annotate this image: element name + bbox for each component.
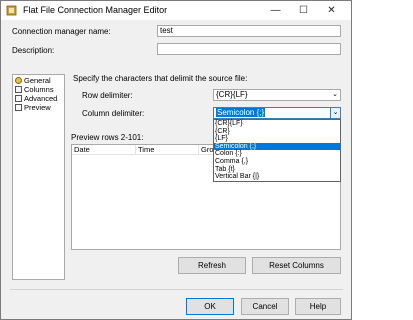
nav-item-general[interactable]: General xyxy=(15,76,51,85)
help-button[interactable]: Help xyxy=(295,298,341,315)
general-page-icon xyxy=(15,77,22,84)
divider xyxy=(10,289,343,290)
app-icon xyxy=(6,5,17,16)
nav-item-label: Preview xyxy=(24,103,51,112)
ok-button[interactable]: OK xyxy=(186,298,234,315)
cancel-button[interactable]: Cancel xyxy=(241,298,289,315)
nav-item-preview[interactable]: Preview xyxy=(15,103,51,112)
nav-item-label: Advanced xyxy=(24,94,58,103)
title-bar: Flat File Connection Manager Editor — ☐ … xyxy=(1,1,351,20)
dropdown-option[interactable]: {CR}{LF} xyxy=(214,120,340,128)
close-button[interactable]: ✕ xyxy=(318,1,345,20)
dropdown-option[interactable]: {CR} xyxy=(214,128,340,136)
nav-item-columns[interactable]: Columns xyxy=(15,85,54,94)
connection-name-label: Connection manager name: xyxy=(12,27,111,36)
minimize-button[interactable]: — xyxy=(262,1,289,20)
dropdown-option[interactable]: Semicolon {;} xyxy=(214,142,340,151)
nav-item-label: General xyxy=(24,76,51,85)
chevron-down-icon[interactable]: ⌄ xyxy=(330,90,340,100)
column-delimiter-label: Column delimiter: xyxy=(82,109,145,118)
column-header-date[interactable]: Date xyxy=(72,145,136,155)
row-delimiter-select[interactable]: {CR}{LF} ⌄ xyxy=(213,89,341,101)
row-delimiter-value: {CR}{LF} xyxy=(216,90,248,99)
page-navigation-list: General Columns Advanced Preview xyxy=(12,74,65,280)
dialog-window: Flat File Connection Manager Editor — ☐ … xyxy=(0,0,352,320)
dropdown-option[interactable]: Colon {:} xyxy=(214,150,340,158)
dropdown-option[interactable]: {LF} xyxy=(214,135,340,143)
nav-item-label: Columns xyxy=(24,85,54,94)
dropdown-option[interactable]: Tab {t} xyxy=(214,166,340,174)
connection-name-field[interactable]: test xyxy=(157,25,341,37)
preview-page-icon xyxy=(15,104,22,111)
reset-columns-button[interactable]: Reset Columns xyxy=(252,257,341,274)
column-delimiter-dropdown-list: {CR}{LF} {CR} {LF} Semicolon {;} Colon {:} Co… xyxy=(213,119,341,182)
columns-page-icon xyxy=(15,86,22,93)
column-delimiter-value: Semicolon {;} xyxy=(216,108,266,117)
window-title: Flat File Connection Manager Editor xyxy=(23,5,168,15)
description-label: Description: xyxy=(12,46,55,55)
delimiter-heading: Specify the characters that delimit the … xyxy=(73,74,248,83)
row-delimiter-label: Row delimiter: xyxy=(82,91,133,100)
nav-item-advanced[interactable]: Advanced xyxy=(15,94,57,103)
chevron-down-icon[interactable]: ⌄ xyxy=(330,108,340,118)
column-delimiter-select[interactable]: Semicolon {;} ⌄ xyxy=(213,107,341,119)
column-header-time[interactable]: Time xyxy=(136,145,199,155)
advanced-page-icon xyxy=(15,95,22,102)
description-field[interactable] xyxy=(157,43,341,55)
dropdown-option[interactable]: Comma {,} xyxy=(214,158,340,166)
dropdown-option[interactable]: Vertical Bar {|} xyxy=(214,173,340,181)
maximize-button[interactable]: ☐ xyxy=(290,1,317,20)
preview-rows-label: Preview rows 2-101: xyxy=(71,133,144,142)
refresh-button[interactable]: Refresh xyxy=(178,257,246,274)
